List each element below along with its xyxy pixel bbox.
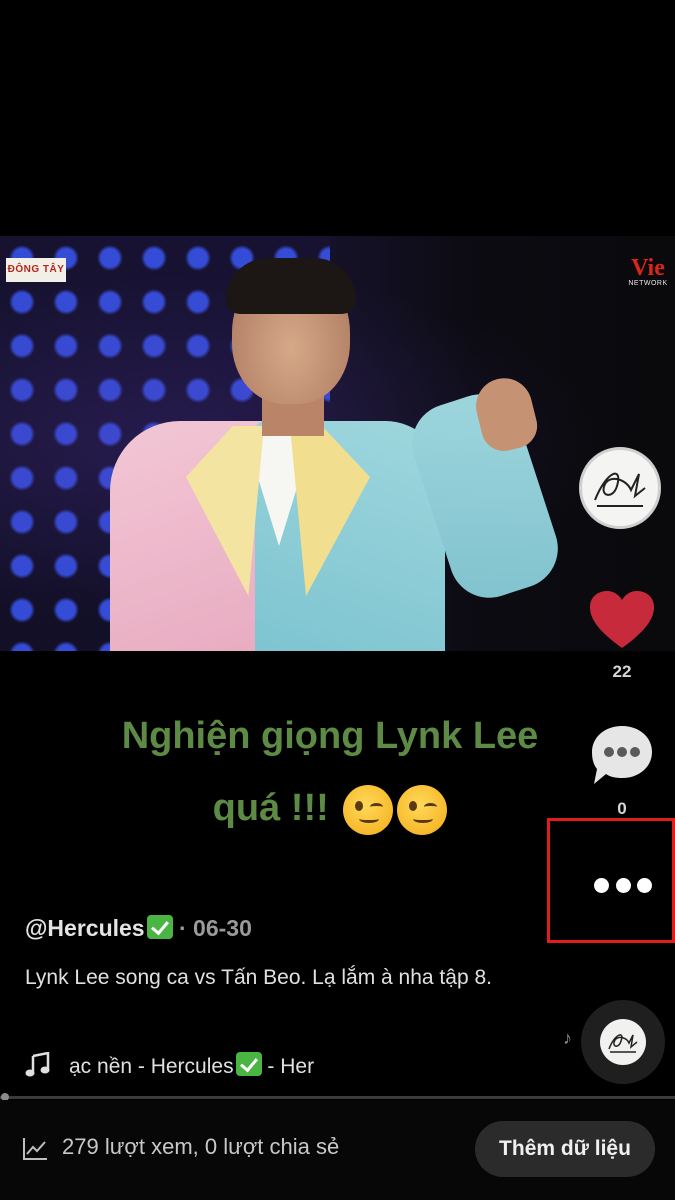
more-dot-icon <box>615 877 631 893</box>
video-player[interactable]: ĐÔNG TÂY Vie NETWORK <box>0 236 675 651</box>
like-count: 22 <box>612 662 632 681</box>
more-options-button[interactable] <box>588 868 658 902</box>
caption-line-2: quá !!! <box>60 772 600 844</box>
signature-icon <box>608 1034 638 1053</box>
floating-note-icon: ♪ <box>563 1028 572 1048</box>
like-button[interactable] <box>587 590 657 650</box>
music-row[interactable]: ạc nền - Hercules - Her <box>25 1050 314 1080</box>
caption-line-2-text: quá !!! <box>212 787 329 829</box>
post-separator: · <box>172 915 194 941</box>
video-progress-bar[interactable] <box>0 1096 675 1099</box>
heart-icon <box>590 591 654 648</box>
wink-emoji-icon <box>343 784 394 835</box>
channel-logo-right: Vie NETWORK <box>625 256 671 287</box>
music-disc[interactable] <box>581 1000 665 1084</box>
verified-check-icon <box>235 1051 262 1076</box>
music-title-text: ạc nền - Hercules <box>69 1054 234 1078</box>
logo-right-subtitle: NETWORK <box>628 280 668 287</box>
comment-count: 0 <box>617 799 627 818</box>
music-title-suffix: - Her <box>261 1054 315 1078</box>
view-share-stats: 279 lượt xem, 0 lượt chia sẻ <box>62 1134 340 1159</box>
comment-button[interactable] <box>588 722 656 788</box>
caption-line-1: Nghiện giọng Lynk Lee <box>121 715 539 757</box>
creator-avatar[interactable] <box>579 447 661 529</box>
singer-hair <box>226 258 356 314</box>
caption-overlay: Nghiện giọng Lynk Lee quá !!! <box>60 700 600 844</box>
post-author-line[interactable]: @Hercules · 06-30 <box>25 915 252 942</box>
post-date: 06-30 <box>193 915 252 941</box>
wink-emoji-icon <box>397 784 448 835</box>
verified-check-icon <box>146 915 173 939</box>
comment-icon <box>592 726 652 784</box>
channel-logo-left: ĐÔNG TÂY <box>6 258 66 282</box>
analytics-icon <box>23 1138 47 1160</box>
signature-icon <box>594 472 646 507</box>
more-dot-icon <box>637 877 652 893</box>
add-data-button[interactable]: Thêm dữ liệu <box>475 1121 655 1177</box>
more-dot-icon <box>594 877 609 893</box>
author-name[interactable]: @Hercules <box>25 915 145 941</box>
music-title: ạc nền - Hercules - Her <box>69 1051 315 1079</box>
logo-right-title: Vie <box>631 255 665 281</box>
music-note-icon <box>25 1052 50 1077</box>
disc-avatar <box>600 1019 646 1065</box>
post-description[interactable]: Lynk Lee song ca vs Tấn Beo. Lạ lắm à nh… <box>25 960 495 996</box>
